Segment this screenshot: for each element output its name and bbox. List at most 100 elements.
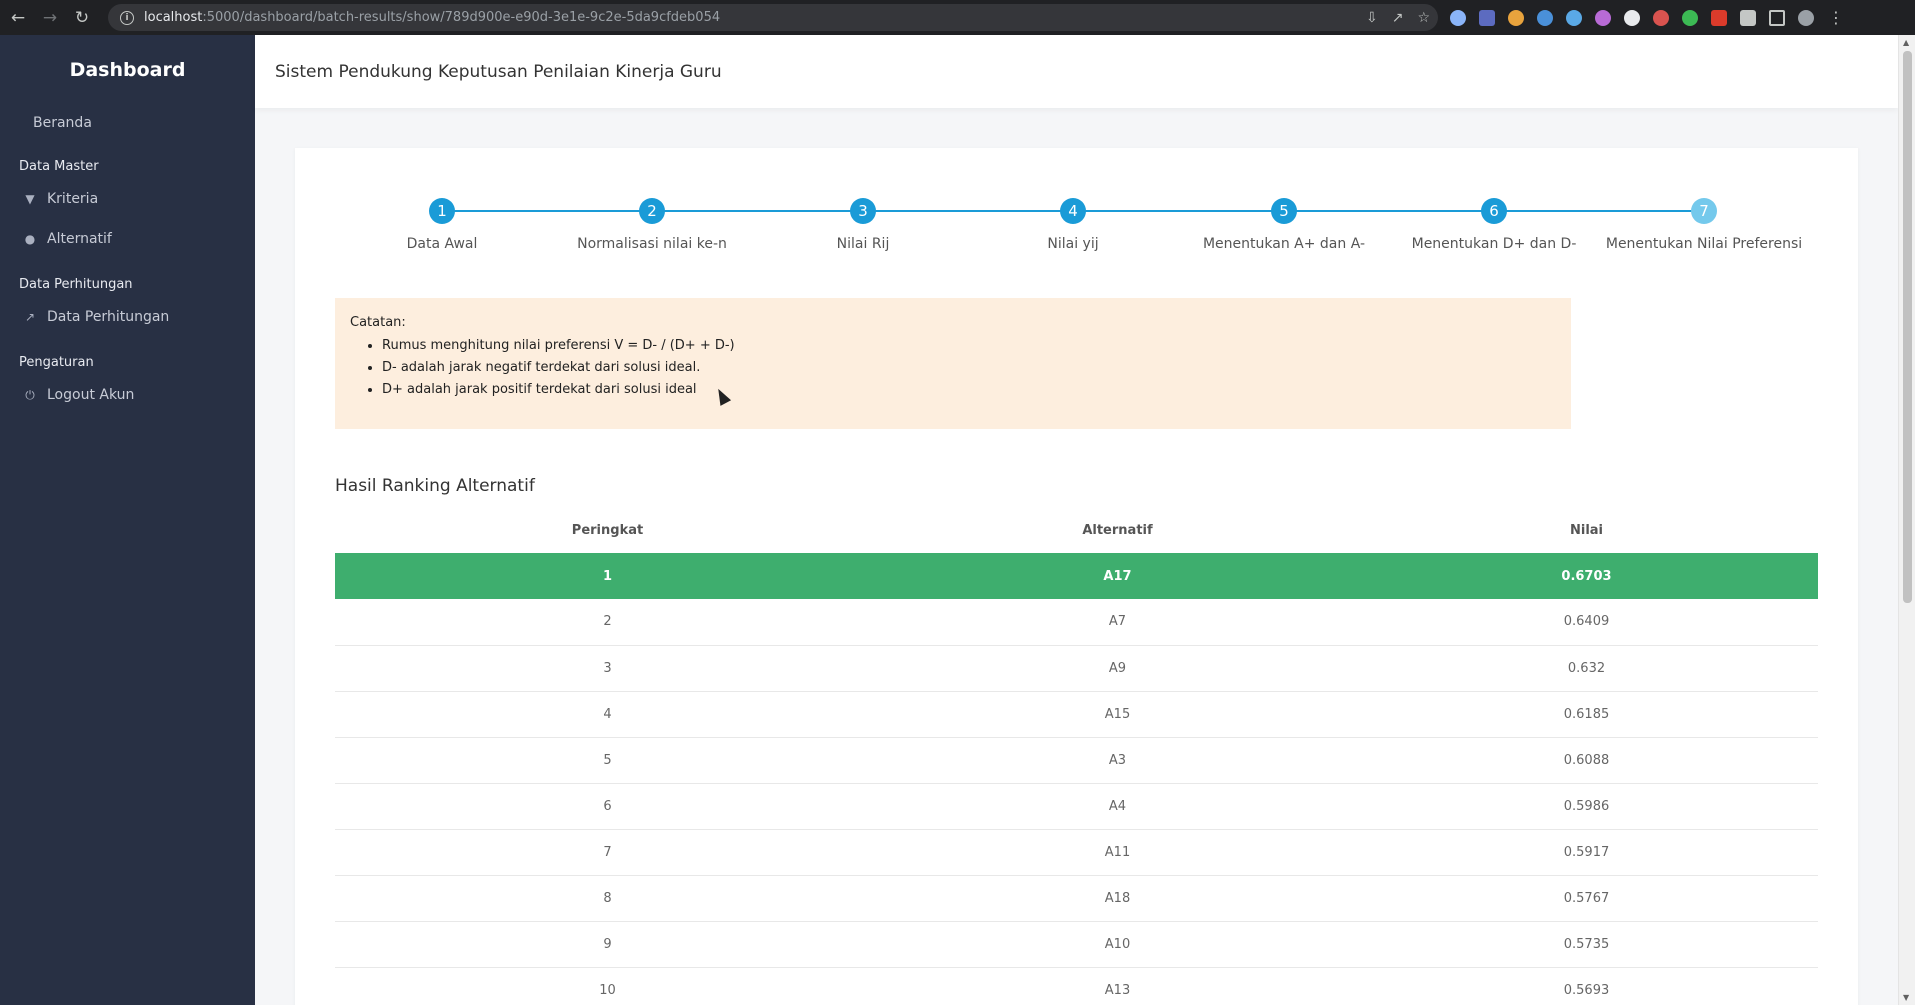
browser-menu-icon[interactable]: ⋮: [1828, 8, 1844, 27]
table-row: 9 A10 0.5735: [335, 921, 1818, 968]
table-row: 5 A3 0.6088: [335, 737, 1818, 784]
reload-icon[interactable]: ↻: [68, 4, 96, 32]
scroll-up-icon[interactable]: ▲: [1903, 38, 1909, 47]
main-card: 1 Data Awal 2 Normalisasi nilai ke-n 3 N…: [295, 148, 1858, 1005]
address-bar[interactable]: i localhost:5000/dashboard/batch-results…: [108, 4, 1438, 31]
step-number: 6: [1481, 198, 1507, 224]
ranking-table: Peringkat Alternatif Nilai 1 A17 0.6703 …: [335, 508, 1818, 1005]
note-item: D+ adalah jarak positif terdekat dari so…: [382, 379, 1556, 401]
cell-nilai: 0.5986: [1355, 783, 1818, 830]
puzzle-extensions-icon[interactable]: [1740, 9, 1756, 26]
cell-nilai: 0.5917: [1355, 829, 1818, 876]
sidebar-item-label: Data Perhitungan: [47, 309, 170, 325]
table-row: 10 A13 0.5693: [335, 967, 1818, 1005]
info-circle-icon: ●: [24, 232, 36, 246]
table-header-row: Peringkat Alternatif Nilai: [335, 508, 1818, 553]
site-info-icon[interactable]: i: [120, 10, 134, 25]
cell-peringkat: 5: [335, 737, 880, 784]
color-extension-icon[interactable]: [1595, 9, 1611, 26]
step-4[interactable]: 4 Nilai yij: [968, 193, 1178, 252]
sidebar-item-label: Kriteria: [47, 191, 99, 207]
step-number: 5: [1271, 198, 1297, 224]
install-icon[interactable]: ⇩: [1366, 10, 1378, 26]
cell-alternatif: A18: [880, 875, 1355, 922]
bookmark-star-icon[interactable]: ☆: [1417, 10, 1430, 26]
step-label: Menentukan D+ dan D-: [1411, 236, 1577, 252]
circle-extension-icon[interactable]: [1624, 9, 1640, 26]
sidebar-item-data-perhitungan[interactable]: ↗ Data Perhitungan: [0, 297, 255, 337]
page-scrollbar[interactable]: ▲ ▼: [1898, 35, 1915, 1005]
side-panel-icon[interactable]: [1769, 9, 1785, 26]
sidebar-section-data-perhitungan: Data Perhitungan: [19, 277, 133, 292]
step-label: Normalisasi nilai ke-n: [577, 236, 727, 252]
extensions-bar: [1450, 9, 1814, 26]
column-header-alternatif: Alternatif: [1082, 523, 1153, 538]
sidebar-item-beranda[interactable]: Beranda: [0, 105, 255, 141]
step-6[interactable]: 6 Menentukan D+ dan D-: [1389, 193, 1599, 252]
cell-nilai: 0.5735: [1355, 921, 1818, 968]
table-row: 8 A18 0.5767: [335, 875, 1818, 922]
progress-stepper: 1 Data Awal 2 Normalisasi nilai ke-n 3 N…: [335, 193, 1813, 263]
sidebar-item-kriteria[interactable]: ▼ Kriteria: [0, 179, 255, 219]
cell-peringkat: 4: [335, 691, 880, 738]
cell-peringkat: 6: [335, 783, 880, 830]
cloud-extension-icon[interactable]: [1566, 9, 1582, 26]
step-label: Nilai Rij: [836, 236, 890, 252]
back-icon[interactable]: ←: [4, 4, 32, 32]
step-3[interactable]: 3 Nilai Rij: [758, 193, 968, 252]
cell-peringkat: 10: [335, 967, 880, 1005]
step-number: 4: [1060, 198, 1086, 224]
step-5[interactable]: 5 Menentukan A+ dan A-: [1179, 193, 1389, 252]
step-label: Data Awal: [406, 236, 478, 252]
step-7[interactable]: 7 Menentukan Nilai Preferensi: [1599, 193, 1809, 252]
scroll-down-icon[interactable]: ▼: [1903, 993, 1909, 1002]
red-extension-icon[interactable]: [1653, 9, 1669, 26]
globe-extension-icon[interactable]: [1450, 9, 1466, 26]
step-label: Nilai yij: [1047, 236, 1099, 252]
cell-alternatif: A17: [880, 553, 1355, 599]
gear-extension-icon[interactable]: [1537, 9, 1553, 26]
note-box: Catatan: Rumus menghitung nilai preferen…: [335, 298, 1571, 429]
cell-nilai: 0.5693: [1355, 967, 1818, 1005]
cell-peringkat: 2: [335, 599, 880, 646]
forward-icon[interactable]: →: [36, 4, 64, 32]
step-2[interactable]: 2 Normalisasi nilai ke-n: [547, 193, 757, 252]
table-row: 4 A15 0.6185: [335, 691, 1818, 738]
cell-peringkat: 8: [335, 875, 880, 922]
cell-nilai: 0.6185: [1355, 691, 1818, 738]
browser-toolbar: ← → ↻ i localhost:5000/dashboard/batch-r…: [0, 0, 1915, 35]
eye-extension-icon[interactable]: [1682, 9, 1698, 26]
sidebar-item-alternatif[interactable]: ● Alternatif: [0, 219, 255, 259]
step-number: 1: [429, 198, 455, 224]
cookie-extension-icon[interactable]: [1508, 9, 1524, 26]
cell-peringkat: 9: [335, 921, 880, 968]
cell-alternatif: A13: [880, 967, 1355, 1005]
cell-alternatif: A3: [880, 737, 1355, 784]
sidebar-section-data-master: Data Master: [19, 159, 99, 174]
power-icon: ⏻: [25, 387, 35, 402]
cell-peringkat: 3: [335, 645, 880, 692]
url-path: :5000/dashboard/batch-results/show/789d9…: [202, 10, 721, 25]
cell-alternatif: A11: [880, 829, 1355, 876]
profile-avatar-icon[interactable]: [1798, 9, 1814, 26]
url-host: localhost: [144, 10, 203, 25]
cell-peringkat: 1: [335, 553, 880, 599]
note-list: Rumus menghitung nilai preferensi V = D-…: [350, 335, 1556, 401]
sidebar-item-label: Alternatif: [47, 231, 112, 247]
note-title: Catatan:: [350, 315, 406, 330]
column-header-peringkat: Peringkat: [571, 523, 644, 538]
sidebar-section-pengaturan: Pengaturan: [19, 355, 94, 370]
scrollbar-thumb[interactable]: [1903, 51, 1912, 603]
table-row-top-rank: 1 A17 0.6703: [335, 553, 1818, 599]
sidebar-brand[interactable]: Dashboard: [0, 35, 255, 105]
step-label: Menentukan A+ dan A-: [1202, 236, 1366, 252]
cell-alternatif: A10: [880, 921, 1355, 968]
step-number: 7: [1691, 198, 1717, 224]
ranking-title: Hasil Ranking Alternatif: [335, 476, 535, 496]
calendar-extension-icon[interactable]: [1479, 9, 1495, 26]
shield-extension-icon[interactable]: [1711, 9, 1727, 26]
share-icon[interactable]: ↗: [1392, 10, 1404, 26]
step-number: 2: [639, 198, 665, 224]
sidebar-item-logout[interactable]: ⏻ Logout Akun: [0, 375, 255, 415]
step-1[interactable]: 1 Data Awal: [337, 193, 547, 252]
